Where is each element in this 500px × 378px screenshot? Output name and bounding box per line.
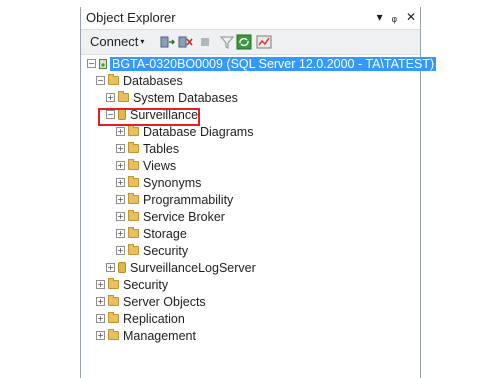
expand-icon[interactable]: + <box>116 195 125 204</box>
node-label: Views <box>143 158 177 173</box>
tree-node-server[interactable]: − BGTA-0320BO0009 (SQL Server 12.0.2000 … <box>87 55 437 72</box>
expand-icon[interactable]: + <box>116 127 125 136</box>
expand-icon[interactable]: + <box>96 280 105 289</box>
tree-node-views[interactable]: + Views <box>116 157 176 174</box>
folder-icon <box>108 295 119 306</box>
tree-node-db-security[interactable]: + Security <box>116 242 188 259</box>
object-explorer-panel: Object Explorer ▾ ᵩ ✕ Connect ▾ − BGTA-0… <box>80 7 437 378</box>
folder-icon <box>128 210 139 221</box>
close-icon[interactable]: ✕ <box>406 10 416 24</box>
tree-node-tables[interactable]: + Tables <box>116 140 179 157</box>
tree-node-storage[interactable]: + Storage <box>116 225 187 242</box>
folder-icon <box>128 193 139 204</box>
connect-button[interactable]: Connect ▾ <box>90 34 144 49</box>
surveillance-highlight-box <box>98 108 200 126</box>
folder-icon <box>128 159 139 170</box>
refresh-icon[interactable] <box>236 34 252 50</box>
expand-icon[interactable]: + <box>96 331 105 340</box>
disconnect-icon[interactable] <box>177 34 193 50</box>
collapse-icon[interactable]: − <box>96 76 105 85</box>
expand-icon[interactable]: + <box>116 246 125 255</box>
folder-icon <box>128 176 139 187</box>
filter-icon[interactable] <box>219 34 235 50</box>
window-position-menu-icon[interactable]: ▾ <box>377 10 383 24</box>
tree-node-system-databases[interactable]: + System Databases <box>106 89 238 106</box>
node-label: Synonyms <box>143 175 202 190</box>
panel-title-bar: Object Explorer ▾ ᵩ ✕ <box>81 7 420 29</box>
tree-node-service-broker[interactable]: + Service Broker <box>116 208 225 225</box>
tree-node-security[interactable]: + Security <box>96 276 168 293</box>
collapse-icon[interactable]: − <box>87 59 96 68</box>
panel-title: Object Explorer <box>86 10 176 25</box>
expand-icon[interactable]: + <box>116 229 125 238</box>
pin-icon[interactable]: ᵩ <box>392 10 397 24</box>
tree-node-replication[interactable]: + Replication <box>96 310 185 327</box>
node-label: Database Diagrams <box>143 124 254 139</box>
activity-monitor-icon[interactable] <box>256 34 272 50</box>
tree-node-management[interactable]: + Management <box>96 327 196 344</box>
node-label: Replication <box>123 311 185 326</box>
database-icon <box>118 262 126 273</box>
databases-label: Databases <box>123 73 183 88</box>
node-label: SurveillanceLogServer <box>130 260 256 275</box>
node-label: Server Objects <box>123 294 206 309</box>
folder-icon <box>128 244 139 255</box>
node-label: Tables <box>143 141 180 156</box>
toolbar: Connect ▾ <box>81 29 420 55</box>
expand-icon[interactable]: + <box>116 144 125 153</box>
expand-icon[interactable]: + <box>116 178 125 187</box>
tree-node-server-objects[interactable]: + Server Objects <box>96 293 206 310</box>
expand-icon[interactable]: + <box>96 314 105 323</box>
tree-node-databases[interactable]: − Databases <box>96 72 183 89</box>
expand-icon[interactable]: + <box>116 212 125 221</box>
folder-icon <box>128 227 139 238</box>
node-label: Programmability <box>143 192 234 207</box>
node-label: Storage <box>143 226 187 241</box>
expand-icon[interactable]: + <box>106 263 115 272</box>
stop-icon[interactable] <box>197 34 213 50</box>
node-label: Management <box>123 328 196 343</box>
folder-icon <box>128 142 139 153</box>
tree-node-programmability[interactable]: + Programmability <box>116 191 233 208</box>
expand-icon[interactable]: + <box>96 297 105 306</box>
title-buttons: ▾ ᵩ ✕ <box>377 10 416 24</box>
expand-icon[interactable]: + <box>106 93 115 102</box>
folder-icon <box>108 312 119 323</box>
connect-label: Connect <box>90 34 139 49</box>
connect-object-explorer-icon[interactable] <box>159 34 175 50</box>
folder-icon <box>108 329 119 340</box>
folder-icon <box>118 91 129 102</box>
server-icon <box>99 58 107 69</box>
node-label: Service Broker <box>143 209 225 224</box>
tree-node-surveillance-log-server[interactable]: + SurveillanceLogServer <box>106 259 256 276</box>
system-databases-label: System Databases <box>133 90 238 105</box>
folder-icon <box>108 278 119 289</box>
tree-node-synonyms[interactable]: + Synonyms <box>116 174 201 191</box>
node-label: Security <box>123 277 169 292</box>
server-label: BGTA-0320BO0009 (SQL Server 12.0.2000 - … <box>110 56 437 71</box>
node-label: Security <box>143 243 189 258</box>
expand-icon[interactable]: + <box>116 161 125 170</box>
folder-icon <box>108 74 119 85</box>
folder-icon <box>128 125 139 136</box>
connect-dropdown-icon[interactable]: ▾ <box>140 37 144 46</box>
